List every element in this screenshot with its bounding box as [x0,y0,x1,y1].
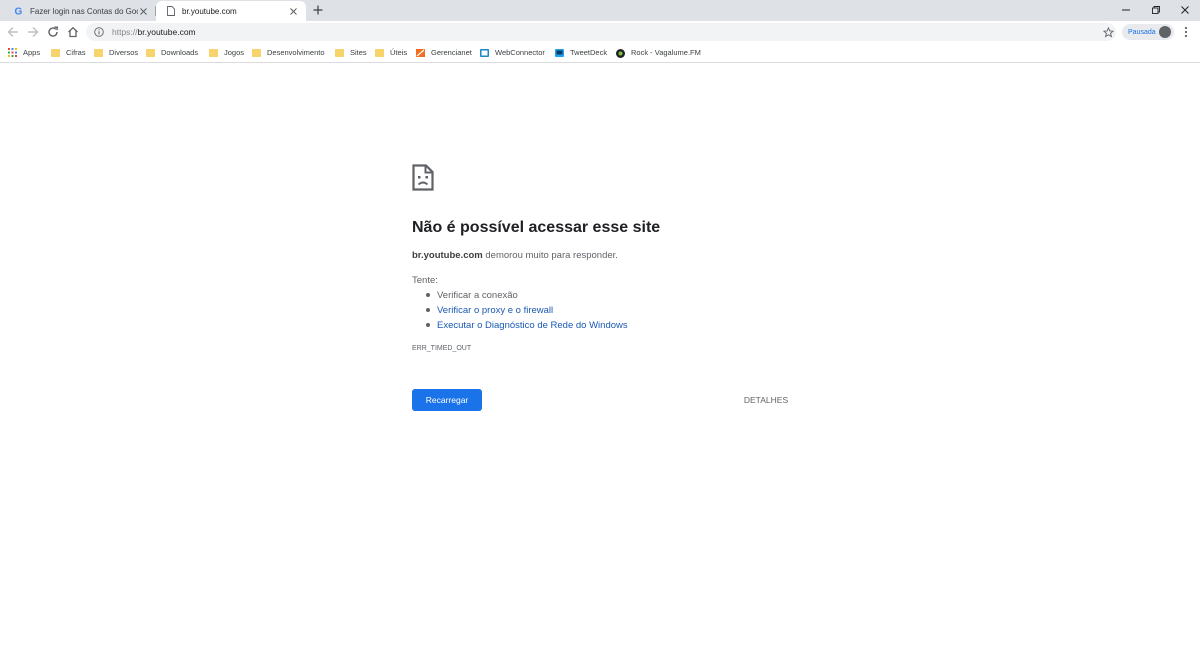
restore-icon [1152,6,1160,14]
bookmark-label: Apps [23,48,41,57]
bookmark-tweetdeck[interactable]: TweetDeck [555,46,607,59]
plus-icon [313,5,323,15]
close-icon [1181,6,1189,14]
tab-strip: G Fazer login nas Contas do Google br.yo… [0,0,1200,21]
reload-button[interactable] [45,24,61,40]
bookmark-label: WebConnector [495,48,545,57]
back-button[interactable] [5,24,21,40]
reload-icon [48,26,59,37]
bookmark-label: Cifras [66,48,86,57]
bookmark-desenvolvimento[interactable]: Desenvolvimento [252,46,325,59]
minimize-icon [1122,9,1130,11]
new-tab-button[interactable] [311,3,325,17]
bookmark-uteis[interactable]: Úteis [375,46,407,59]
vagalume-icon [616,48,625,58]
bookmark-star-icon[interactable] [1100,25,1116,39]
try-label: Tente: [412,275,438,286]
reload-page-button[interactable]: Recarregar [412,389,482,411]
svg-text:G: G [15,7,23,17]
bookmark-label: Jogos [224,48,245,57]
profile-button[interactable]: Pausada [1122,24,1174,40]
tab-title: Fazer login nas Contas do Google [30,6,138,16]
bookmark-label: Rock - Vagalume.FM [631,48,701,57]
more-vert-icon [1184,26,1188,38]
page-icon [166,6,176,16]
bookmark-diversos[interactable]: Diversos [94,46,138,59]
error-host: br.youtube.com [412,250,483,261]
sad-page-icon [412,164,434,191]
close-icon[interactable] [288,6,298,16]
bookmarks-bar: Apps Cifras Diversos Downloads Jogos Des… [0,43,1200,63]
suggestion-list: Verificar a conexão Verificar o proxy e … [412,289,628,334]
details-button[interactable]: DETALHES [738,392,794,408]
close-icon[interactable] [138,6,148,16]
error-title: Não é possível acessar esse site [412,219,661,236]
bookmark-label: TweetDeck [570,48,608,57]
suggestion-network-diagnostics-link[interactable]: Executar o Diagnóstico de Rede do Window… [412,319,628,334]
menu-button[interactable] [1180,24,1192,40]
arrow-left-icon [7,27,18,37]
bookmark-gerencianet[interactable]: Gerencianet [416,46,472,59]
gerencianet-icon [416,48,425,57]
close-window-button[interactable] [1170,0,1200,20]
bookmark-label: Úteis [390,48,408,57]
tweetdeck-icon [555,48,564,57]
tab-youtube[interactable]: br.youtube.com [156,1,306,21]
tab-google-login[interactable]: G Fazer login nas Contas do Google [4,1,156,21]
error-description: br.youtube.com demorou muito para respon… [412,250,618,261]
bookmark-label: Sites [350,48,367,57]
url-scheme: https:// [112,27,138,37]
folder-icon [252,48,261,57]
profile-label: Pausada [1128,28,1156,36]
bookmark-label: Gerencianet [431,48,472,57]
arrow-right-icon [28,27,39,37]
address-bar[interactable]: https:// br.youtube.com [86,23,1116,41]
folder-icon [375,48,384,57]
webconnector-icon [480,48,489,57]
bookmark-label: Desenvolvimento [267,48,325,57]
bookmark-label: Downloads [161,48,199,57]
bookmark-sites[interactable]: Sites [335,46,367,59]
toolbar: https:// br.youtube.com Pausada [0,21,1200,43]
error-code: ERR_TIMED_OUT [412,345,472,352]
suggestion-check-connection: Verificar a conexão [412,289,628,304]
bookmark-cifras[interactable]: Cifras [51,46,86,59]
home-icon [68,26,78,38]
bookmark-vagalume[interactable]: Rock - Vagalume.FM [616,46,701,59]
folder-icon [209,48,218,57]
info-icon[interactable] [92,25,106,39]
restore-button[interactable] [1141,0,1171,20]
error-message: demorou muito para responder. [482,250,618,261]
avatar [1159,26,1171,38]
apps-grid-icon [8,48,17,57]
forward-button[interactable] [25,24,41,40]
tab-title: br.youtube.com [182,6,237,16]
bookmark-jogos[interactable]: Jogos [209,46,244,59]
bookmark-apps[interactable]: Apps [8,46,40,59]
folder-icon [335,48,344,57]
bookmark-webconnector[interactable]: WebConnector [480,46,545,59]
url-host: br.youtube.com [137,27,196,37]
google-icon: G [14,6,24,17]
minimize-button[interactable] [1111,0,1141,20]
folder-icon [94,48,103,57]
home-button[interactable] [65,24,81,40]
bookmark-downloads[interactable]: Downloads [146,46,198,59]
folder-icon [146,48,155,57]
suggestion-check-proxy-link[interactable]: Verificar o proxy e o firewall [412,304,628,319]
folder-icon [51,48,60,57]
bookmark-label: Diversos [109,48,139,57]
